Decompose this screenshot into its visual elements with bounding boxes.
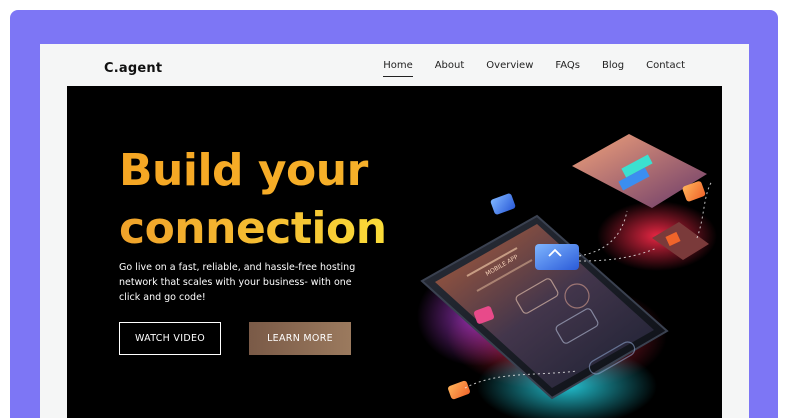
tile-blue-top (490, 193, 516, 215)
landing-page: C.agent Home About Overview FAQs Blog Co… (40, 44, 749, 418)
hero-section: Build your connection Go live on a fast,… (67, 86, 722, 418)
nav-item-overview[interactable]: Overview (486, 60, 533, 77)
nav-item-home[interactable]: Home (383, 60, 413, 77)
hero-subtext: Go live on a fast, reliable, and hassle-… (119, 262, 356, 303)
nav-item-about[interactable]: About (435, 60, 465, 77)
tile-orange-bottom (448, 380, 470, 400)
learn-more-button[interactable]: LEARN MORE (249, 322, 351, 355)
brand-logo[interactable]: C.agent (104, 61, 162, 76)
nav-item-contact[interactable]: Contact (646, 60, 685, 77)
watch-video-button[interactable]: WATCH VIDEO (119, 322, 221, 355)
nav-menu: Home About Overview FAQs Blog Contact (383, 60, 685, 77)
tile-center-blue (535, 244, 579, 270)
top-navigation: C.agent Home About Overview FAQs Blog Co… (40, 44, 749, 86)
nav-item-faqs[interactable]: FAQs (555, 60, 580, 77)
phone-illustration: MOBILE APP (417, 134, 717, 418)
nav-item-blog[interactable]: Blog (602, 60, 624, 77)
